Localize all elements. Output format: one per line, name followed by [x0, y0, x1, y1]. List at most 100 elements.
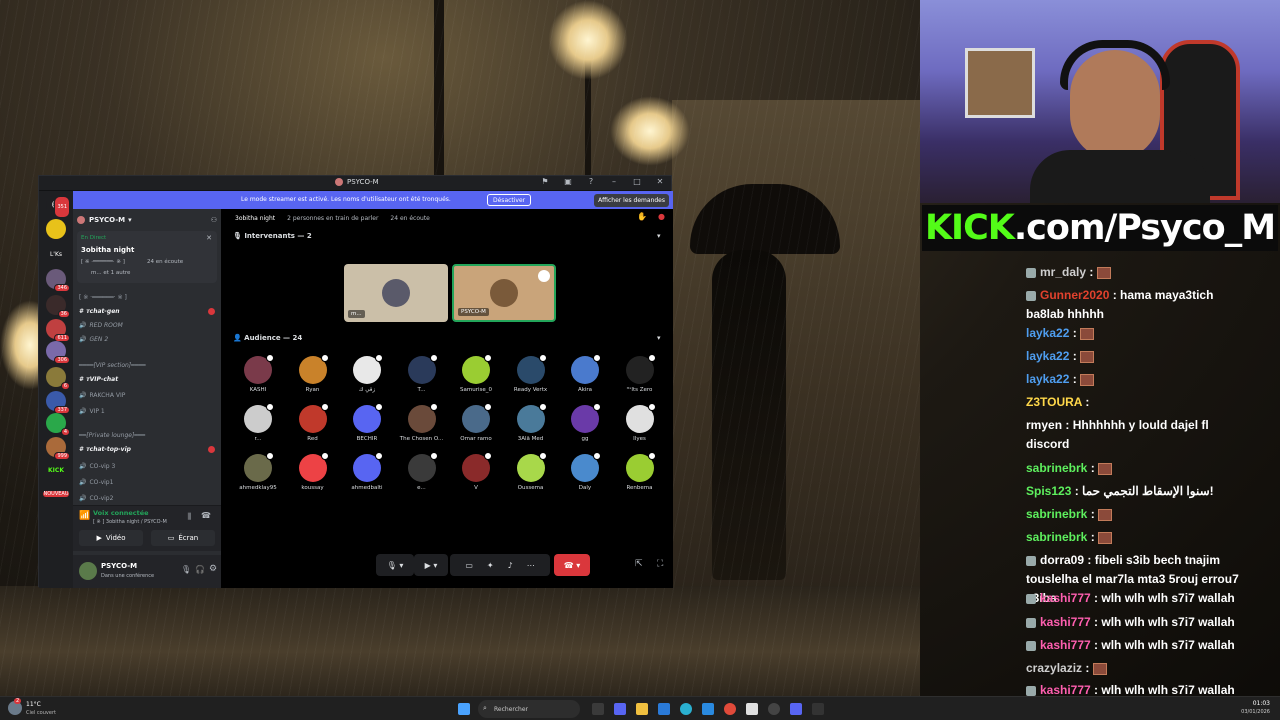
server-icon[interactable]: 346: [46, 269, 70, 292]
chat-username[interactable]: crazylaziz: [1026, 661, 1082, 675]
audience-name: Renbema: [626, 485, 653, 491]
disable-streamer-button[interactable]: Désactiver: [487, 194, 532, 206]
edge-icon[interactable]: [680, 703, 692, 715]
speaker-tile[interactable]: m...: [344, 264, 448, 322]
collapse-icon[interactable]: ▾: [657, 232, 661, 240]
server-icon[interactable]: 36: [46, 295, 70, 318]
chat-username[interactable]: kashi777: [1040, 638, 1091, 652]
text-channel[interactable]: # ᴛVIP-chat: [79, 373, 118, 385]
disconnect-icon[interactable]: ☎: [201, 511, 211, 520]
leave-stage-button[interactable]: ☎ ▾: [554, 554, 590, 576]
file-explorer-icon[interactable]: [636, 703, 648, 715]
category-header[interactable]: ━━[Private lounge]━━━: [79, 429, 145, 441]
audience-header[interactable]: 👤 Audience — 24: [233, 334, 302, 342]
voice-channel[interactable]: 🔊 RAKCHA VIP: [79, 389, 125, 401]
server-icon[interactable]: 306: [46, 341, 70, 364]
app-icon[interactable]: [812, 703, 824, 715]
app-icon[interactable]: [702, 703, 714, 715]
discord-taskbar-icon[interactable]: [790, 703, 802, 715]
text-channel[interactable]: # ᴛchat-gen: [79, 305, 120, 317]
minimize-button[interactable]: –: [607, 177, 621, 186]
share-screen-icon[interactable]: ▭: [465, 561, 473, 570]
voice-channel[interactable]: 🔊 RED ROOM: [79, 319, 123, 331]
camera-control[interactable]: ▶ ▾: [414, 554, 448, 576]
chat-username[interactable]: rmyen: [1026, 418, 1062, 432]
server-icon[interactable]: 6: [46, 367, 70, 390]
chat-username[interactable]: mr_daly: [1040, 265, 1086, 279]
screen-share-button[interactable]: ▭ Écran: [151, 530, 215, 546]
show-requests-button[interactable]: Afficher les demandes: [594, 194, 669, 207]
chat-username[interactable]: layka22: [1026, 372, 1069, 386]
taskbar-search[interactable]: ⌕ Rechercher: [478, 700, 580, 718]
audience-name: زقي ك: [358, 387, 376, 393]
voice-channel[interactable]: 🔊 CO-vip1: [79, 476, 113, 488]
fullscreen-icon[interactable]: ⛶: [657, 559, 663, 569]
activity-icon[interactable]: ✦: [487, 561, 494, 570]
server-icon[interactable]: 337: [46, 391, 70, 414]
avatar[interactable]: [79, 562, 97, 580]
microphone-control[interactable]: 🎙 ▾: [376, 554, 414, 576]
teams-icon[interactable]: [614, 703, 626, 715]
speakers-header[interactable]: 🎙 Intervenants — 2: [233, 232, 312, 240]
close-icon[interactable]: ✕: [206, 234, 212, 242]
weather-badge: 2: [14, 698, 22, 704]
microphone-icon[interactable]: 🎙: [181, 565, 191, 574]
voice-channel[interactable]: 🔊 GEN 2: [79, 333, 108, 345]
chat-emote: [1080, 327, 1095, 340]
maximize-button[interactable]: □: [630, 177, 644, 186]
chat-badge-icon: [1026, 617, 1036, 628]
obs-icon[interactable]: [768, 703, 780, 715]
popout-icon[interactable]: ⇱: [635, 559, 643, 569]
live-label: En Direct: [81, 235, 107, 241]
close-button[interactable]: ✕: [653, 177, 667, 186]
notification-icon[interactable]: ●: [658, 212, 665, 221]
store-icon[interactable]: [658, 703, 670, 715]
add-friend-icon[interactable]: ⚇: [211, 216, 217, 224]
soundboard-icon[interactable]: ♪: [508, 561, 513, 570]
server-icon[interactable]: 611: [46, 319, 70, 342]
headphones-icon[interactable]: 🎧: [195, 565, 205, 574]
chat-username[interactable]: Gunner2020: [1040, 288, 1109, 302]
chat-text: wlh wlh wlh s7i7 wallah: [1101, 683, 1235, 697]
chat-username[interactable]: Spis123: [1026, 484, 1071, 498]
gear-icon[interactable]: ⚙: [209, 564, 217, 574]
more-icon[interactable]: ⋯: [527, 561, 535, 570]
chat-username[interactable]: kashi777: [1040, 615, 1091, 629]
chat-username[interactable]: dorra09: [1040, 553, 1084, 567]
windows-start-icon[interactable]: [458, 703, 470, 715]
unread-badge: 4: [60, 428, 70, 436]
chat-username[interactable]: layka22: [1026, 349, 1069, 363]
chat-username[interactable]: layka22: [1026, 326, 1069, 340]
capcut-icon[interactable]: [746, 703, 758, 715]
voice-channel[interactable]: 🔊 CO-vip 3: [79, 460, 115, 472]
chat-username[interactable]: sabrinebrk: [1026, 507, 1087, 521]
chrome-icon[interactable]: [724, 703, 736, 715]
chat-username[interactable]: sabrinebrk: [1026, 530, 1087, 544]
noise-suppression-icon[interactable]: ⫼: [187, 512, 191, 522]
flag-icon[interactable]: ⚑: [538, 177, 552, 186]
text-channel[interactable]: # ᴛchat-top-vip: [79, 443, 131, 455]
collapse-icon[interactable]: ▾: [657, 334, 661, 342]
raise-hand-icon[interactable]: ✋: [637, 212, 647, 221]
inbox-icon[interactable]: ▣: [561, 177, 575, 186]
kick-server-label[interactable]: KICK: [43, 467, 69, 474]
chat-username[interactable]: Z3TOURA: [1026, 395, 1082, 409]
chat-emote: [1092, 662, 1107, 675]
server-icon[interactable]: 999: [46, 437, 70, 460]
live-stage-card[interactable]: En Direct ✕ 3obitha night 24 en écoute […: [77, 231, 217, 283]
voice-channel[interactable]: 🔊 VIP 1: [79, 405, 105, 417]
category-header[interactable]: [ ※ ·══════· ※ ]: [79, 291, 127, 303]
server-icon[interactable]: 4: [46, 413, 70, 436]
voice-channel[interactable]: 🔊 CO-vip2: [79, 492, 113, 504]
help-icon[interactable]: ?: [584, 177, 598, 186]
server-icon[interactable]: [46, 219, 66, 239]
chat-username[interactable]: kashi777: [1040, 591, 1091, 605]
video-button[interactable]: ▶ Vidéo: [79, 530, 143, 546]
category-header[interactable]: ━━━━[VIP section]━━━━: [79, 359, 146, 371]
discord-home-icon[interactable]: ◉351: [46, 195, 70, 218]
server-header[interactable]: PSYCO-M ▾ ⚇: [77, 211, 217, 229]
task-view-icon[interactable]: [592, 703, 604, 715]
speaker-tile[interactable]: PSYCO-M: [452, 264, 556, 322]
chat-username[interactable]: sabrinebrk: [1026, 461, 1087, 475]
chat-username[interactable]: kashi777: [1040, 683, 1091, 697]
